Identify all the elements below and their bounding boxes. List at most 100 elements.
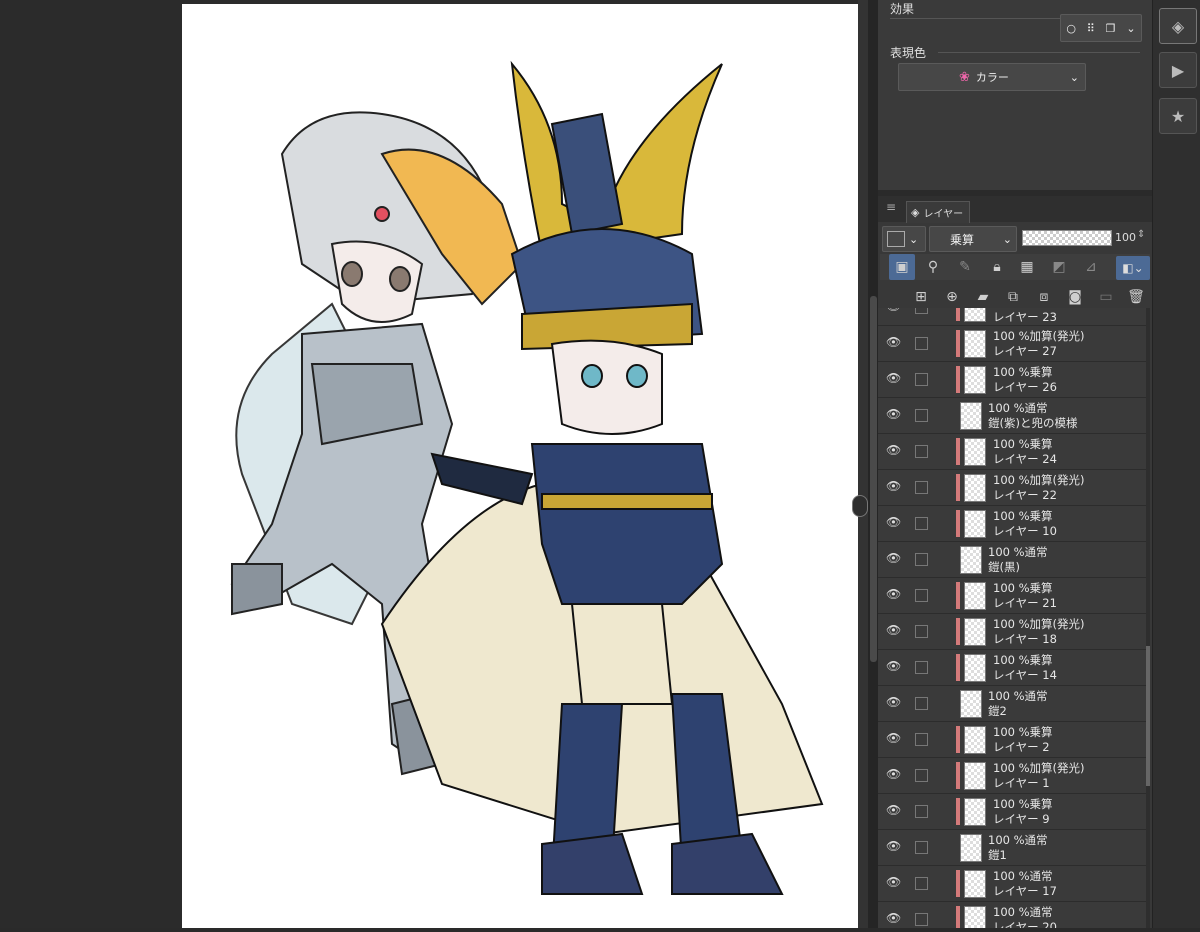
layer-select-checkbox[interactable]	[915, 373, 928, 386]
eye-icon[interactable]: 👁︎	[886, 372, 902, 384]
clipping-indicator	[956, 798, 960, 825]
stepper-icon[interactable]: ⇕	[1137, 229, 1145, 240]
layers-dock-button[interactable]: ◈	[1159, 8, 1197, 44]
layer-row[interactable]: 👁︎ 100 %乗算 レイヤー 9	[878, 794, 1148, 830]
apply-mask-icon[interactable]: ▭	[1093, 284, 1119, 310]
lock-transparency-icon[interactable]: ▦	[1014, 254, 1040, 280]
eye-icon[interactable]: 👁︎	[886, 840, 902, 852]
new-folder-icon[interactable]: ▰	[970, 284, 996, 310]
eye-icon[interactable]: 👁︎	[886, 732, 902, 744]
layer-list[interactable]: 👁︎レイヤー 23👁︎100 %加算(発光)レイヤー 27👁︎100 %乗算レイ…	[878, 308, 1152, 928]
layer-row[interactable]: 👁︎ 100 %通常 鎧(紫)と兜の模様	[878, 398, 1148, 434]
eye-icon[interactable]: 👁︎	[886, 480, 902, 492]
eye-icon[interactable]: 👁︎	[886, 552, 902, 564]
layer-name-label: レイヤー 27	[993, 344, 1057, 358]
reference-icon[interactable]: ⚲	[920, 254, 946, 280]
expression-color-dropdown[interactable]: ❀ カラー ⌄	[898, 63, 1086, 91]
layer-row[interactable]: 👁︎ 100 %通常 レイヤー 20	[878, 902, 1148, 928]
eye-icon[interactable]: 👁︎	[886, 768, 902, 780]
layer-row[interactable]: 👁︎ 100 %乗算 レイヤー 10	[878, 506, 1148, 542]
layer-mode-label: 100 %乗算	[993, 365, 1053, 379]
eye-icon[interactable]: 👁︎	[886, 408, 902, 420]
layer-select-checkbox[interactable]	[915, 625, 928, 638]
trash-icon[interactable]: 🗑︎	[1123, 284, 1149, 310]
layer-select-checkbox[interactable]	[915, 481, 928, 494]
layer-row[interactable]: 👁︎ 100 %通常 鎧(黒)	[878, 542, 1148, 578]
layer-row[interactable]: 👁︎ 100 %加算(発光) レイヤー 1	[878, 758, 1148, 794]
layer-select-checkbox[interactable]	[915, 769, 928, 782]
layer-row[interactable]: 👁︎ レイヤー 23	[878, 308, 1148, 326]
eye-icon[interactable]: 👁︎	[886, 588, 902, 600]
blend-mode-dropdown[interactable]: 乗算 ⌄	[929, 226, 1017, 252]
tab-layer[interactable]: ◈ レイヤー	[906, 201, 970, 223]
create-mask-icon[interactable]: ◙	[1062, 284, 1088, 310]
opacity-value[interactable]: 100	[1115, 231, 1136, 244]
layer-select-checkbox[interactable]	[915, 409, 928, 422]
layer-select-checkbox[interactable]	[915, 913, 928, 926]
scrollbar-thumb[interactable]	[870, 296, 877, 662]
layer-select-checkbox[interactable]	[915, 697, 928, 710]
layer-row[interactable]: 👁︎ 100 %通常 鎧1	[878, 830, 1148, 866]
layer-select-checkbox[interactable]	[915, 553, 928, 566]
draft-icon[interactable]: ✎	[952, 254, 978, 280]
layer-row[interactable]: 👁︎ 100 %乗算 レイヤー 2	[878, 722, 1148, 758]
layer-select-checkbox[interactable]	[915, 733, 928, 746]
layer-select-checkbox[interactable]	[915, 517, 928, 530]
layer-select-checkbox[interactable]	[915, 805, 928, 818]
layers-icon: ◈	[1171, 16, 1185, 36]
canvas-resize-handle[interactable]	[852, 495, 868, 517]
new-raster-layer-icon[interactable]: ⊞	[908, 284, 934, 310]
menu-icon[interactable]: ≡	[886, 200, 896, 214]
layer-row[interactable]: 👁︎ 100 %通常 レイヤー 17	[878, 866, 1148, 902]
layer-row[interactable]: 👁︎ 100 %加算(発光) レイヤー 27	[878, 326, 1148, 362]
eye-icon[interactable]: 👁︎	[886, 912, 902, 924]
eye-icon[interactable]: 👁︎	[886, 876, 902, 888]
clipping-indicator	[956, 330, 960, 357]
layer-row[interactable]: 👁︎ 100 %乗算 レイヤー 26	[878, 362, 1148, 398]
animation-dock-button[interactable]: ▶	[1159, 52, 1197, 88]
mask-icon[interactable]: ◩	[1046, 254, 1072, 280]
eye-icon[interactable]: 👁︎	[886, 804, 902, 816]
layer-select-checkbox[interactable]	[915, 841, 928, 854]
layer-row[interactable]: 👁︎ 100 %乗算 レイヤー 24	[878, 434, 1148, 470]
layer-list-scrollbar[interactable]	[1146, 308, 1150, 928]
merge-down-icon[interactable]: ⧈	[1031, 284, 1057, 310]
drawing-canvas[interactable]	[182, 4, 858, 928]
layer-select-checkbox[interactable]	[915, 877, 928, 890]
eye-icon[interactable]: 👁︎	[886, 444, 902, 456]
layer-color-button[interactable]: ◧ ⌄	[1116, 256, 1150, 280]
layer-list-scrollbar-thumb[interactable]	[1146, 646, 1150, 786]
eye-icon[interactable]: 👁︎	[886, 308, 902, 312]
layer-select-checkbox[interactable]	[915, 337, 928, 350]
layer-select-checkbox[interactable]	[915, 661, 928, 674]
layer-row[interactable]: 👁︎ 100 %乗算 レイヤー 14	[878, 650, 1148, 686]
layer-row[interactable]: 👁︎ 100 %加算(発光) レイヤー 22	[878, 470, 1148, 506]
layer-row[interactable]: 👁︎ 100 %加算(発光) レイヤー 18	[878, 614, 1148, 650]
eye-icon[interactable]: 👁︎	[886, 336, 902, 348]
material-dock-button[interactable]: ★	[1159, 98, 1197, 134]
effect-dropdown[interactable]: ○ ⠿ ❐ ⌄	[1060, 14, 1142, 42]
eye-icon[interactable]: 👁︎	[886, 660, 902, 672]
new-vector-layer-icon[interactable]: ⊕	[939, 284, 965, 310]
clip-icon[interactable]: ▣	[889, 254, 915, 280]
ruler-icon[interactable]: ⊿	[1078, 254, 1104, 280]
transfer-down-icon[interactable]: ⧉	[1000, 284, 1026, 310]
layer-row[interactable]: 👁︎ 100 %通常 鎧2	[878, 686, 1148, 722]
layer-select-checkbox[interactable]	[915, 308, 928, 314]
eye-icon[interactable]: 👁︎	[886, 624, 902, 636]
chevron-down-icon: ⌄	[1126, 21, 1136, 35]
eye-icon[interactable]: 👁︎	[886, 516, 902, 528]
layer-color-dropdown[interactable]: ⌄	[882, 226, 926, 252]
layer-row[interactable]: 👁︎ 100 %乗算 レイヤー 21	[878, 578, 1148, 614]
layer-name-label: 鎧1	[988, 848, 1007, 862]
layer-thumbnail	[964, 510, 986, 538]
opacity-slider[interactable]	[1022, 230, 1112, 246]
lock-icon[interactable]: 🔒︎	[984, 254, 1010, 280]
eye-icon[interactable]: 👁︎	[886, 696, 902, 708]
layer-mode-label: 100 %加算(発光)	[993, 473, 1085, 487]
layer-select-checkbox[interactable]	[915, 445, 928, 458]
clipping-indicator	[956, 366, 960, 393]
palette-dock: ◈ ▶ ★	[1152, 0, 1200, 928]
layer-name-label: 鎧2	[988, 704, 1007, 718]
layer-select-checkbox[interactable]	[915, 589, 928, 602]
